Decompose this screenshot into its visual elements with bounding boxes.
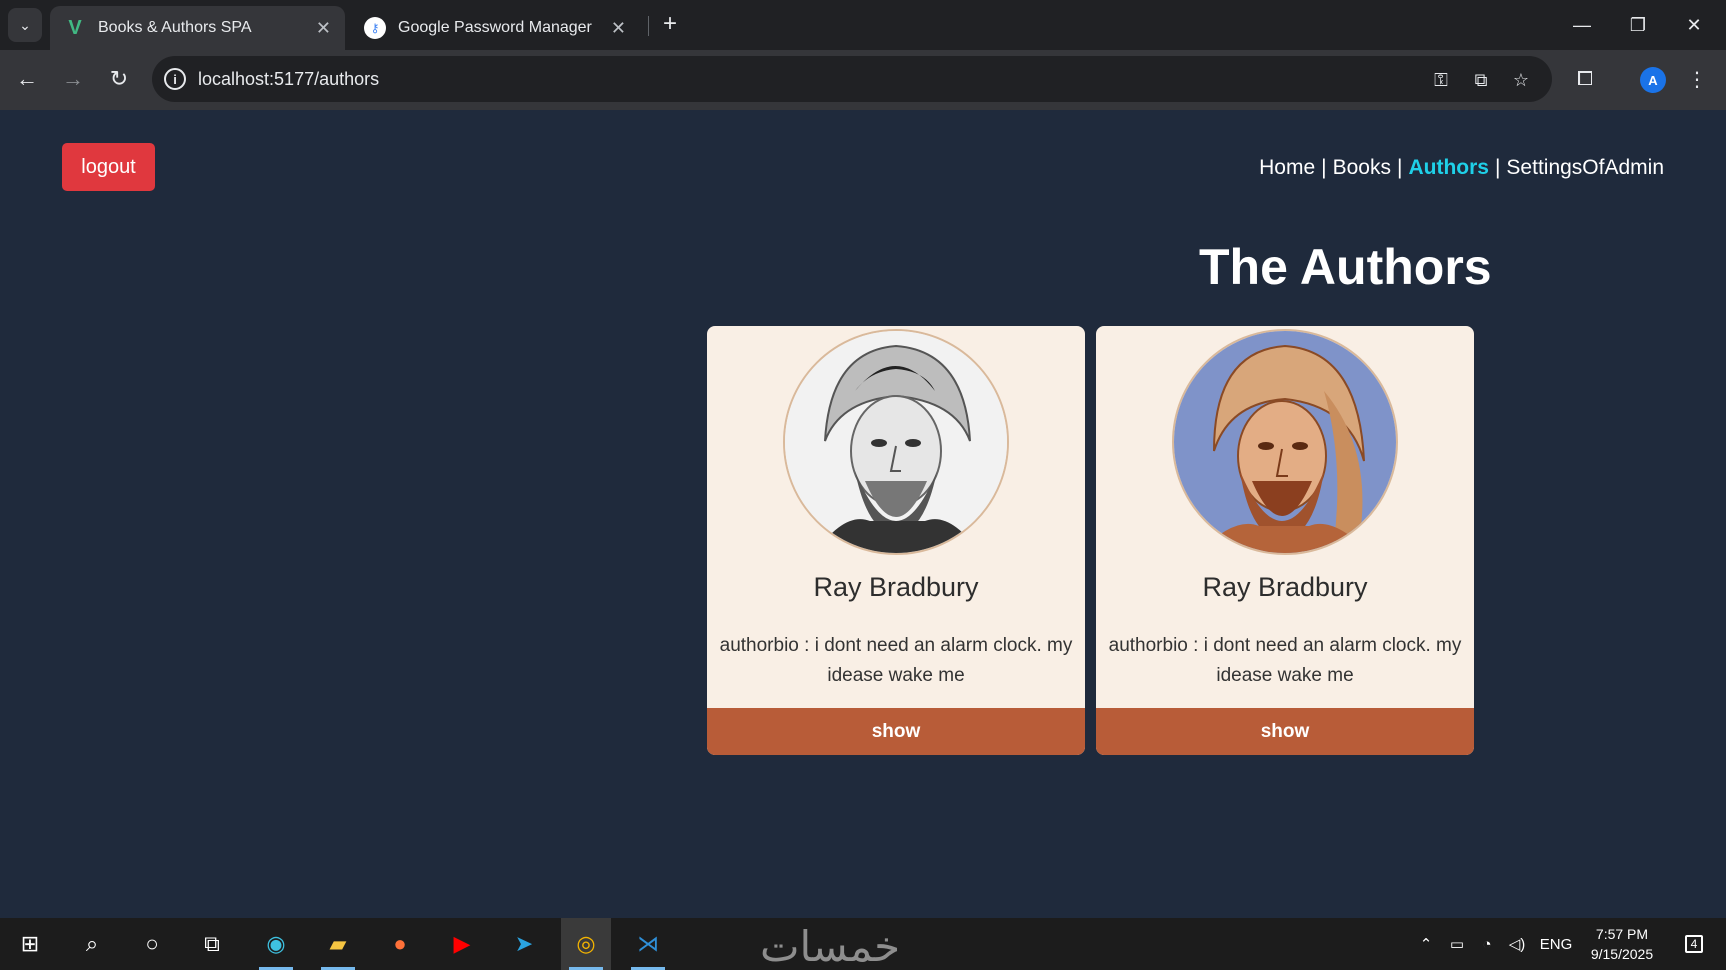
profile-avatar[interactable]: A [1640, 67, 1666, 93]
extensions-icon[interactable]: ⧠ [1570, 64, 1600, 94]
clock-date: 9/15/2025 [1590, 946, 1654, 962]
translate-icon[interactable]: ⧉ [1468, 67, 1494, 93]
tab-title: Google Password Manager [398, 19, 592, 36]
close-window-icon[interactable]: ✕ [1666, 0, 1722, 50]
notification-count: 4 [1684, 935, 1704, 953]
chrome-icon[interactable]: ◎ [561, 918, 611, 970]
author-name: Ray Bradbury [813, 572, 979, 602]
language-indicator[interactable]: ENG [1536, 918, 1576, 970]
author-portrait [783, 329, 1009, 555]
notifications-icon[interactable]: 4 [1674, 918, 1714, 970]
address-url[interactable]: localhost:5177/authors [198, 69, 379, 90]
forward-icon[interactable]: → [56, 62, 90, 96]
nav-link-settings[interactable]: SettingsOfAdmin [1506, 156, 1664, 180]
tab-close-icon[interactable]: ✕ [611, 18, 626, 39]
google-password-manager-icon: ⚷ [364, 17, 386, 39]
show-hidden-icons-icon[interactable]: ⌃ [1414, 918, 1438, 970]
vue-icon: V [68, 16, 82, 39]
watermark-logo: خمسات [760, 922, 901, 970]
edge-icon[interactable]: ◉ [251, 918, 301, 970]
browser-toolbar: ← → ↻ i localhost:5177/authors ⚿ ⧉ ☆ ⧠ ⋮ [0, 50, 1726, 110]
nav-separator: | [1494, 156, 1501, 179]
tab-close-icon[interactable]: ✕ [316, 18, 331, 39]
telegram-icon[interactable]: ➤ [499, 918, 549, 970]
task-view-icon[interactable]: ⧉ [187, 918, 237, 970]
author-bio: authorbio : i dont need an alarm clock. … [719, 635, 1073, 686]
battery-icon[interactable]: ▭ [1444, 918, 1470, 970]
app-page: logout Home | Books | Authors | Settings… [0, 110, 1726, 918]
tab-books-authors[interactable]: V Books & Authors SPA ✕ [50, 6, 345, 50]
nav-separator: | [1321, 156, 1327, 179]
wifi-icon[interactable]: ◔ [1474, 918, 1500, 970]
nav-link-authors[interactable]: Authors [1408, 156, 1489, 180]
new-tab-icon[interactable]: + [656, 10, 684, 38]
volume-icon[interactable]: ◁) [1504, 918, 1530, 970]
tab-search-icon[interactable]: ⌄ [8, 8, 42, 42]
tab-google-password-manager[interactable]: ⚷ Google Password Manager ✕ [350, 6, 640, 50]
nav-link-books[interactable]: Books [1333, 156, 1391, 180]
windows-taskbar: ⊞ ⌕ ○ ⧉ ◉ ▰ ● ▶ ➤ ◎ ⋊ خمسات ⌃ ▭ ◔ ◁) ENG… [0, 918, 1726, 970]
main-nav: Home | Books | Authors | SettingsOfAdmin [1259, 156, 1664, 180]
tab-title: Books & Authors SPA [98, 19, 252, 36]
youtube-icon[interactable]: ▶ [437, 918, 487, 970]
author-bio: authorbio : i dont need an alarm clock. … [1108, 635, 1462, 686]
show-author-button[interactable]: show [1096, 708, 1474, 755]
search-icon[interactable]: ⌕ [67, 918, 117, 970]
menu-kebab-icon[interactable]: ⋮ [1682, 64, 1712, 94]
show-author-button[interactable]: show [707, 708, 1085, 755]
file-explorer-icon[interactable]: ▰ [313, 918, 363, 970]
firefox-icon[interactable]: ● [375, 918, 425, 970]
restore-icon[interactable]: ❐ [1610, 0, 1666, 50]
back-icon[interactable]: ← [10, 62, 44, 96]
password-key-icon[interactable]: ⚿ [1428, 67, 1454, 93]
author-card: Ray Bradbury authorbio : i dont need an … [1096, 326, 1474, 755]
reload-icon[interactable]: ↻ [102, 62, 136, 96]
cortana-icon[interactable]: ○ [127, 918, 177, 970]
browser-tab-strip: ⌄ V Books & Authors SPA ✕ ⚷ Google Passw… [0, 0, 1726, 50]
author-card: Ray Bradbury authorbio : i dont need an … [707, 326, 1085, 755]
nav-link-home[interactable]: Home [1259, 156, 1315, 180]
logout-button[interactable]: logout [62, 143, 155, 191]
windows-start-icon[interactable]: ⊞ [5, 918, 55, 970]
clock-time: 7:57 PM [1595, 926, 1649, 942]
tab-divider [648, 16, 649, 36]
vscode-icon[interactable]: ⋊ [623, 918, 673, 970]
minimize-icon[interactable]: — [1554, 0, 1610, 50]
taskbar-clock[interactable]: 7:57 PM 9/15/2025 [1578, 924, 1666, 964]
page-title: The Authors [1199, 239, 1492, 295]
bookmark-star-icon[interactable]: ☆ [1508, 67, 1534, 93]
author-name: Ray Bradbury [1202, 572, 1368, 602]
nav-separator: | [1396, 156, 1403, 179]
author-portrait [1172, 329, 1398, 555]
site-info-icon[interactable]: i [164, 68, 186, 90]
address-bar[interactable]: i localhost:5177/authors ⚿ ⧉ ☆ [152, 56, 1552, 102]
